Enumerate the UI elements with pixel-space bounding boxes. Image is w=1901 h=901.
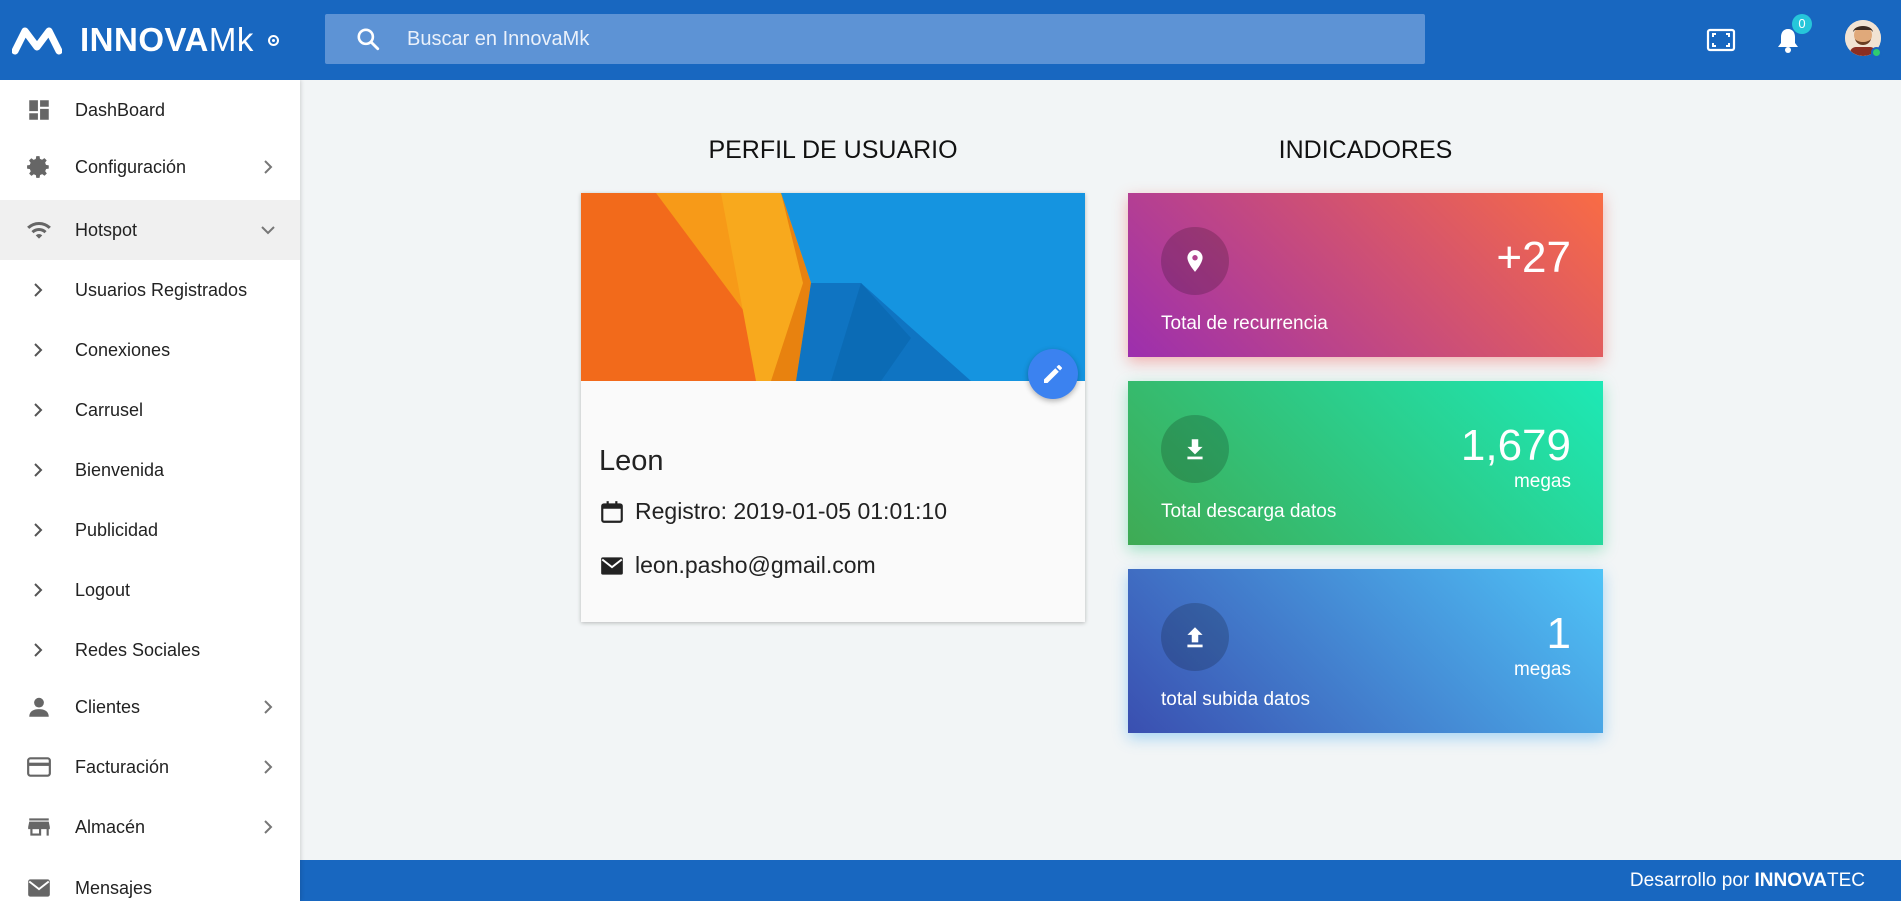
indicator-card-download: 1,679 megas Total descarga datos bbox=[1128, 381, 1603, 545]
sidebar-subitem-bienvenida[interactable]: Bienvenida bbox=[0, 440, 300, 500]
footer-credit: Desarrollo por INNOVATEC bbox=[1629, 869, 1865, 891]
sidebar-subitem-logout[interactable]: Logout bbox=[0, 560, 300, 620]
sidebar-item-label: Clientes bbox=[75, 696, 141, 717]
sidebar-item-hotspot[interactable]: Hotspot bbox=[0, 200, 300, 260]
material-background-image bbox=[581, 193, 1085, 381]
indicator-unit: megas bbox=[1513, 471, 1571, 492]
notification-badge: 0 bbox=[1792, 14, 1812, 34]
chevron-down-icon bbox=[261, 226, 275, 235]
sidebar-item-label: Facturación bbox=[75, 756, 170, 777]
chevron-right-icon bbox=[264, 760, 273, 774]
pencil-icon bbox=[1044, 365, 1062, 383]
sidebar-item-label: Logout bbox=[75, 579, 131, 600]
chevron-right-icon bbox=[264, 820, 273, 834]
sidebar-item-facturacion[interactable]: Facturación bbox=[0, 737, 300, 797]
profile-email: leon.pasho@gmail.com bbox=[635, 552, 876, 578]
indicator-value: 1 bbox=[1546, 609, 1571, 658]
mail-icon bbox=[601, 556, 623, 575]
fullscreen-icon[interactable] bbox=[1705, 24, 1737, 56]
sidebar-subitem-redes-sociales[interactable]: Redes Sociales bbox=[0, 620, 300, 680]
credit-card-icon bbox=[27, 757, 51, 777]
dashboard-icon bbox=[29, 100, 49, 120]
calendar-icon bbox=[601, 500, 623, 523]
search-bar[interactable] bbox=[325, 14, 1425, 64]
sidebar-item-mensajes[interactable]: Mensajes bbox=[0, 858, 300, 901]
location-pin-icon bbox=[1187, 250, 1203, 272]
radio-dot-icon[interactable] bbox=[267, 34, 279, 46]
chevron-right-icon bbox=[34, 523, 43, 537]
sidebar-item-label: Almacén bbox=[75, 816, 146, 837]
sidebar-item-clientes[interactable]: Clientes bbox=[0, 677, 300, 737]
profile-name: Leon bbox=[599, 445, 664, 477]
profile-registration: Registro: 2019-01-05 01:01:10 bbox=[635, 498, 947, 524]
chevron-right-icon bbox=[34, 343, 43, 357]
indicator-icon-circle bbox=[1161, 227, 1229, 295]
profile-registration-row: Registro: 2019-01-05 01:01:10 bbox=[599, 498, 947, 525]
chevron-right-icon bbox=[34, 283, 43, 297]
sidebar-item-label: Carrusel bbox=[75, 399, 144, 420]
sidebar: DashBoard Configuración Hotspot Usuarios… bbox=[0, 80, 300, 901]
chevron-right-icon bbox=[34, 463, 43, 477]
sidebar-subitem-publicidad[interactable]: Publicidad bbox=[0, 500, 300, 560]
mail-icon bbox=[28, 879, 50, 897]
indicator-card-recurrence: +27 Total de recurrencia bbox=[1128, 193, 1603, 357]
sidebar-item-label: Publicidad bbox=[75, 519, 159, 540]
sidebar-item-dashboard[interactable]: DashBoard bbox=[0, 80, 300, 140]
edit-profile-button[interactable] bbox=[1028, 349, 1078, 399]
sidebar-item-label: Conexiones bbox=[75, 339, 171, 360]
sidebar-subitem-conexiones[interactable]: Conexiones bbox=[0, 320, 300, 380]
footer: Desarrollo por INNOVATEC bbox=[300, 860, 1901, 901]
download-icon bbox=[1187, 439, 1203, 460]
brand[interactable]: INNOVAMk bbox=[0, 0, 300, 80]
profile-banner bbox=[581, 193, 1085, 381]
profile-section-title: PERFIL DE USUARIO bbox=[708, 136, 958, 164]
indicator-label: Total descarga datos bbox=[1161, 501, 1337, 522]
sidebar-item-label: Hotspot bbox=[75, 219, 138, 240]
sidebar-item-label: Bienvenida bbox=[75, 459, 165, 480]
profile-email-row: leon.pasho@gmail.com bbox=[599, 552, 876, 579]
online-status-dot bbox=[1871, 47, 1882, 58]
sidebar-item-configuracion[interactable]: Configuración bbox=[0, 137, 300, 197]
upload-icon bbox=[1187, 627, 1203, 648]
indicator-unit: megas bbox=[1513, 659, 1571, 680]
chevron-right-icon bbox=[34, 403, 43, 417]
indicator-value: 1,679 bbox=[1460, 421, 1571, 470]
chevron-right-icon bbox=[34, 583, 43, 597]
gear-icon bbox=[27, 156, 49, 178]
sidebar-item-almacen[interactable]: Almacén bbox=[0, 797, 300, 857]
chevron-right-icon bbox=[34, 643, 43, 657]
indicator-icon-circle bbox=[1161, 603, 1229, 671]
indicator-icon-circle bbox=[1161, 415, 1229, 483]
indicator-card-upload: 1 megas total subida datos bbox=[1128, 569, 1603, 733]
store-icon bbox=[28, 818, 50, 836]
sidebar-item-label: DashBoard bbox=[75, 99, 166, 120]
chevron-right-icon bbox=[264, 160, 273, 174]
sidebar-item-label: Mensajes bbox=[75, 877, 153, 898]
sidebar-item-label: Redes Sociales bbox=[75, 639, 201, 660]
brand-name: INNOVAMk bbox=[80, 21, 254, 58]
indicator-label: total subida datos bbox=[1161, 689, 1310, 710]
search-input[interactable] bbox=[407, 27, 1307, 51]
sidebar-item-label: Configuración bbox=[75, 156, 187, 177]
sidebar-subitem-usuarios-registrados[interactable]: Usuarios Registrados bbox=[0, 260, 300, 320]
sidebar-item-label: Usuarios Registrados bbox=[75, 279, 248, 300]
search-icon[interactable] bbox=[355, 26, 381, 52]
brand-logo-icon bbox=[12, 27, 62, 55]
indicator-label: Total de recurrencia bbox=[1161, 313, 1328, 334]
profile-card: Leon Registro: 2019-01-05 01:01:10 leon.… bbox=[581, 193, 1085, 622]
wifi-icon bbox=[27, 222, 51, 239]
person-icon bbox=[29, 697, 49, 717]
top-app-bar: INNOVAMk 0 bbox=[0, 0, 1901, 80]
indicator-value: +27 bbox=[1496, 233, 1571, 282]
chevron-right-icon bbox=[264, 700, 273, 714]
indicators-section-title: INDICADORES bbox=[1278, 136, 1453, 164]
sidebar-subitem-carrusel[interactable]: Carrusel bbox=[0, 380, 300, 440]
